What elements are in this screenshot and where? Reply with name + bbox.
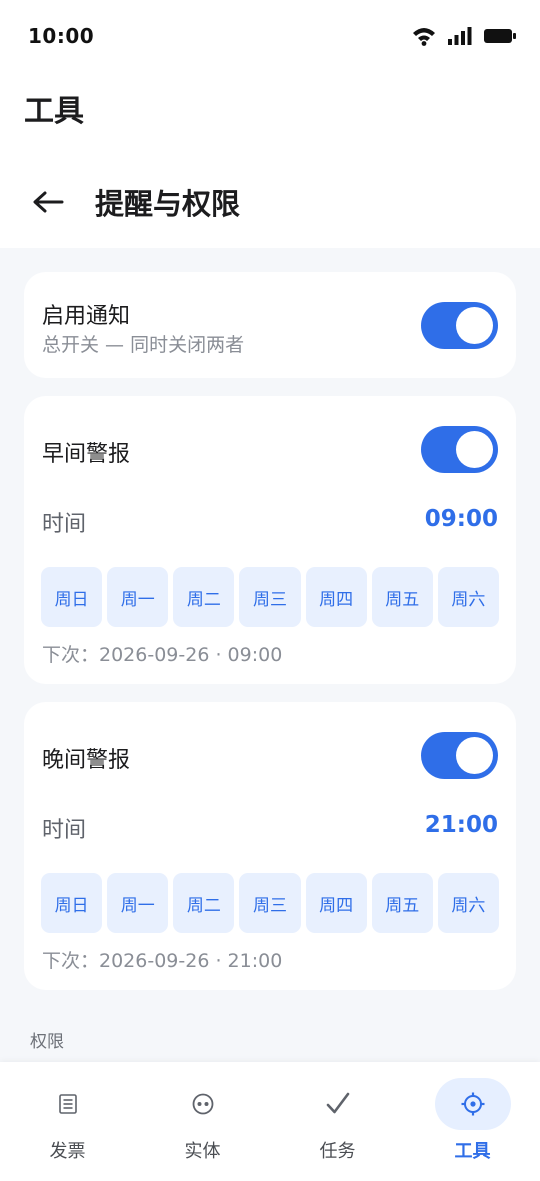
- battery-icon: [484, 29, 516, 43]
- day-chip-mon[interactable]: 周一: [107, 567, 169, 627]
- evening-time-value[interactable]: 21:00: [425, 812, 498, 838]
- morning-time-label: 时间: [42, 512, 87, 537]
- day-chip-wed[interactable]: 周三: [239, 567, 301, 627]
- check-icon: [326, 1092, 349, 1114]
- status-icons: [412, 26, 516, 46]
- nav-icon-container: [434, 1078, 511, 1130]
- nav-item-tasks[interactable]: 任务: [270, 1062, 405, 1181]
- back-button[interactable]: [22, 176, 74, 228]
- morning-day-selector: 周日 周一 周二 周三 周四 周五 周六: [41, 567, 499, 627]
- status-bar: 10:00: [0, 0, 540, 72]
- master-notification-card: 启用通知 总开关 — 同时关闭两者: [24, 272, 516, 378]
- nav-label-invoices: 发票: [49, 1141, 86, 1162]
- toggle-knob: [456, 431, 493, 468]
- toggle-knob: [456, 307, 493, 344]
- toggle-knob: [456, 737, 493, 774]
- day-chip-sat[interactable]: 周六: [437, 873, 499, 933]
- evening-next-time: 下次：2026-09-26 · 21:00: [42, 950, 283, 972]
- morning-time-value[interactable]: 09:00: [425, 506, 498, 532]
- nav-icon-container: [300, 1078, 376, 1130]
- evening-alert-title: 晚间警报: [42, 748, 131, 773]
- evening-day-selector: 周日 周一 周二 周三 周四 周五 周六: [41, 873, 499, 933]
- permissions-section-label: 权限: [30, 1032, 64, 1052]
- nav-label-tasks: 任务: [319, 1141, 356, 1162]
- wifi-icon: [413, 28, 435, 46]
- bottom-nav: 发票 实体 任务 工具: [0, 1062, 540, 1181]
- top-area: 10:00 工具 提醒与权限: [0, 0, 540, 248]
- nav-item-entities[interactable]: 实体: [135, 1062, 270, 1181]
- day-chip-thu[interactable]: 周四: [305, 873, 367, 933]
- gear-icon: [461, 1092, 484, 1116]
- nav-item-invoices[interactable]: 发票: [0, 1062, 135, 1181]
- day-chip-mon[interactable]: 周一: [107, 873, 169, 933]
- evening-alert-card: 晚间警报 时间 21:00 周日 周一 周二 周三 周四 周五 周六 下次：20…: [24, 702, 516, 990]
- morning-next-time: 下次：2026-09-26 · 09:00: [42, 644, 283, 666]
- day-chip-sat[interactable]: 周六: [437, 567, 499, 627]
- day-chip-tue[interactable]: 周二: [173, 873, 235, 933]
- page-title: 提醒与权限: [95, 187, 241, 221]
- master-subtitle: 总开关 — 同时关闭两者: [42, 334, 245, 356]
- master-title: 启用通知: [42, 304, 131, 329]
- signal-icon: [448, 27, 472, 45]
- evening-alert-toggle[interactable]: [421, 732, 498, 779]
- day-chip-sun[interactable]: 周日: [41, 567, 103, 627]
- nav-icon-container: [30, 1078, 106, 1130]
- entity-icon: [192, 1093, 213, 1115]
- nav-item-tools[interactable]: 工具: [405, 1062, 540, 1181]
- day-chip-fri[interactable]: 周五: [371, 873, 433, 933]
- app-title: 工具: [24, 94, 84, 129]
- receipt-icon: [58, 1094, 77, 1114]
- day-chip-fri[interactable]: 周五: [371, 567, 433, 627]
- master-toggle[interactable]: [421, 302, 498, 349]
- status-time: 10:00: [28, 24, 95, 48]
- day-chip-tue[interactable]: 周二: [173, 567, 235, 627]
- day-chip-sun[interactable]: 周日: [41, 873, 103, 933]
- morning-alert-title: 早间警报: [42, 442, 131, 467]
- arrow-left-icon: [33, 191, 64, 213]
- nav-label-tools: 工具: [454, 1141, 491, 1162]
- nav-icon-container: [165, 1078, 241, 1130]
- day-chip-thu[interactable]: 周四: [305, 567, 367, 627]
- day-chip-wed[interactable]: 周三: [239, 873, 301, 933]
- morning-alert-toggle[interactable]: [421, 426, 498, 473]
- morning-alert-card: 早间警报 时间 09:00 周日 周一 周二 周三 周四 周五 周六 下次：20…: [24, 396, 516, 684]
- nav-label-entities: 实体: [184, 1141, 221, 1162]
- evening-time-label: 时间: [42, 818, 87, 843]
